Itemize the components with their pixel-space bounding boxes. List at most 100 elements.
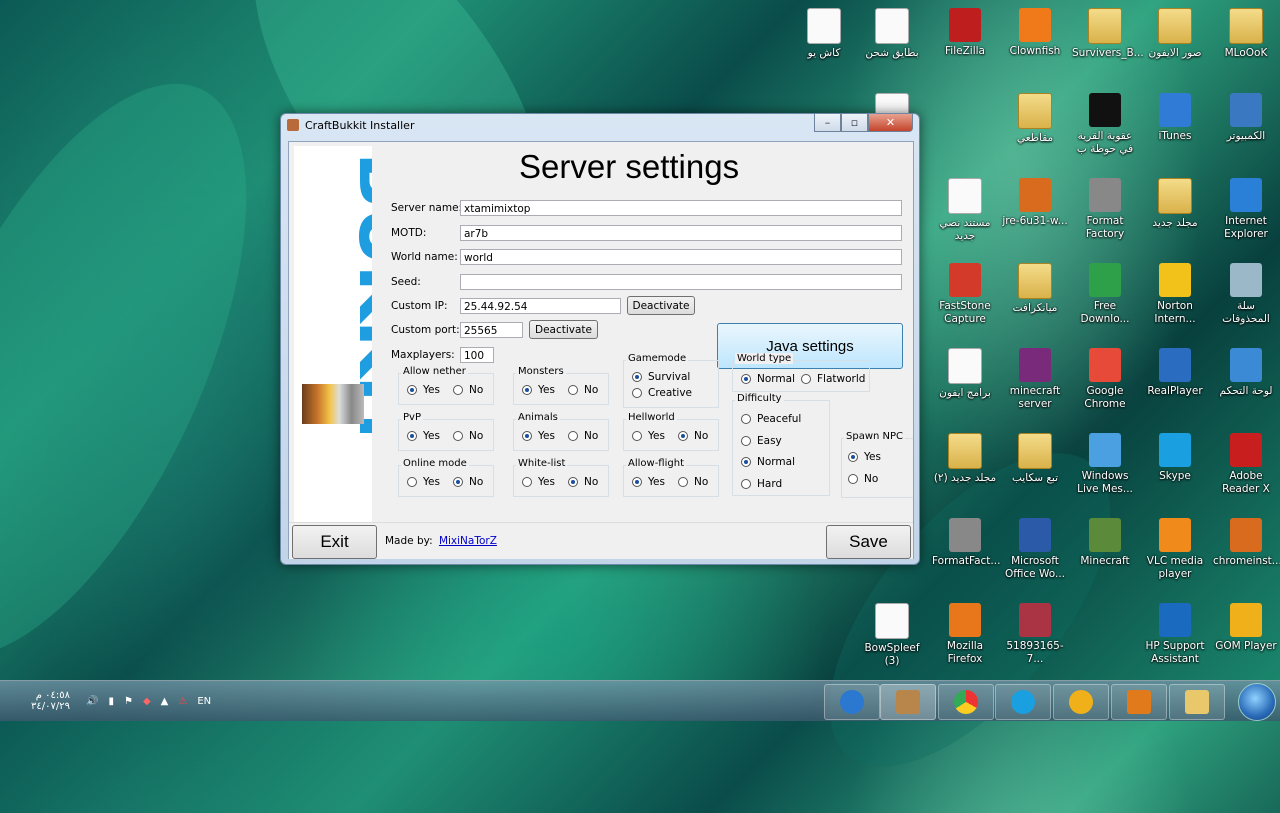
gamemode-survival[interactable]: Survival xyxy=(632,371,690,383)
desktop-icon[interactable]: ميانكرافت xyxy=(1002,263,1068,315)
network-icon[interactable]: ⚑ xyxy=(124,696,133,707)
online-mode-yes[interactable]: Yes xyxy=(407,476,440,488)
close-button[interactable]: ✕ xyxy=(868,114,913,132)
show-hidden-icons[interactable]: ▲ xyxy=(161,696,169,707)
difficulty-peaceful[interactable]: Peaceful xyxy=(741,413,801,425)
allow-nether-no[interactable]: No xyxy=(453,384,483,396)
desktop-icon[interactable]: بطايق شحن xyxy=(859,8,925,60)
desktop-icon[interactable]: jre-6u31-w... xyxy=(1002,178,1068,228)
spawn-npc-no[interactable]: No xyxy=(848,473,878,485)
desktop-icon[interactable]: عقوبة القرية في حوطة ب xyxy=(1072,93,1138,156)
server-name-input[interactable]: xtamimixtop xyxy=(460,200,902,216)
desktop-icon[interactable]: VLC media player xyxy=(1142,518,1208,581)
allow-nether-yes[interactable]: Yes xyxy=(407,384,440,396)
exit-button[interactable]: Exit xyxy=(292,525,377,559)
animals-no[interactable]: No xyxy=(568,430,598,442)
desktop-icon[interactable]: FormatFact... xyxy=(932,518,1000,568)
author-link[interactable]: MixiNaTorZ xyxy=(439,535,497,547)
spawn-npc-yes[interactable]: Yes xyxy=(848,451,881,463)
monsters-yes[interactable]: Yes xyxy=(522,384,555,396)
desktop-icon[interactable]: مستند نصي جديد xyxy=(932,178,998,243)
taskbar-app-skype[interactable] xyxy=(995,684,1051,720)
desktop-icon[interactable]: Minecraft xyxy=(1072,518,1138,568)
taskbar-app-craftbukkit[interactable] xyxy=(880,684,936,720)
desktop-icon[interactable]: Format Factory xyxy=(1072,178,1138,241)
desktop-icon[interactable]: Microsoft Office Wo... xyxy=(1002,518,1068,581)
monsters-no[interactable]: No xyxy=(568,384,598,396)
desktop-icon[interactable]: Windows Live Mes... xyxy=(1072,433,1138,496)
desktop-icon[interactable]: iTunes xyxy=(1142,93,1208,143)
custom-port-input[interactable]: 25565 xyxy=(460,322,523,338)
language-indicator[interactable]: EN xyxy=(197,696,211,707)
desktop-icon[interactable]: FileZilla xyxy=(932,8,998,58)
gamemode-creative[interactable]: Creative xyxy=(632,387,692,399)
option-label: Normal xyxy=(757,373,795,385)
clock[interactable]: ٠٤:٥٨ م ٣٤/٠٧/٢٩ xyxy=(8,681,70,721)
world-name-input[interactable]: world xyxy=(460,249,902,265)
desktop-icon[interactable]: Skype xyxy=(1142,433,1208,483)
white-list-no[interactable]: No xyxy=(568,476,598,488)
desktop-icon[interactable]: برامج ايفون xyxy=(932,348,998,400)
difficulty-hard[interactable]: Hard xyxy=(741,478,782,490)
pdf-tray-icon[interactable]: ◆ xyxy=(143,696,151,707)
desktop-icon[interactable]: Survivers_B... xyxy=(1072,8,1144,60)
desktop-icon[interactable]: HP Support Assistant xyxy=(1142,603,1208,666)
desktop-icon[interactable]: صور الايفون xyxy=(1142,8,1208,60)
world-type-flatworld[interactable]: Flatworld xyxy=(801,373,865,385)
desktop-icon[interactable]: Internet Explorer xyxy=(1213,178,1279,241)
desktop-icon[interactable]: كاش يو xyxy=(791,8,857,60)
difficulty-normal[interactable]: Normal xyxy=(741,456,795,468)
maxplayers-input[interactable]: 100 xyxy=(460,347,494,363)
seed-input[interactable] xyxy=(460,274,902,290)
hellworld-yes[interactable]: Yes xyxy=(632,430,665,442)
desktop-icon[interactable]: MLoOoK xyxy=(1213,8,1279,60)
desktop-icon[interactable]: Mozilla Firefox xyxy=(932,603,998,666)
start-button[interactable] xyxy=(1238,683,1276,721)
pvp-yes[interactable]: Yes xyxy=(407,430,440,442)
deactivate-port-button[interactable]: Deactivate xyxy=(529,320,598,339)
allow-flight-no[interactable]: No xyxy=(678,476,708,488)
desktop-icon[interactable]: الكمبيوتر xyxy=(1213,93,1279,143)
desktop-icon[interactable]: Norton Intern... xyxy=(1142,263,1208,326)
custom-ip-input[interactable]: 25.44.92.54 xyxy=(460,298,621,314)
pvp-no[interactable]: No xyxy=(453,430,483,442)
desktop-icon[interactable]: 51893165-7... xyxy=(1002,603,1068,666)
desktop-icon[interactable]: Clownfish xyxy=(1002,8,1068,58)
desktop-icon[interactable]: Free Downlo... xyxy=(1072,263,1138,326)
signal-icon[interactable]: ▮ xyxy=(108,696,114,707)
desktop-icon[interactable]: FastStone Capture xyxy=(932,263,998,326)
desktop-icon[interactable]: مقاطعي xyxy=(1002,93,1068,145)
desktop-icon[interactable]: BowSpleef (3) xyxy=(859,603,925,668)
desktop-icon[interactable]: تبع سكايب xyxy=(1002,433,1068,485)
taskbar-app-explorer[interactable] xyxy=(1169,684,1225,720)
volume-icon[interactable]: 🔊 xyxy=(86,696,98,707)
desktop-icon[interactable]: chromeinst... xyxy=(1213,518,1280,568)
taskbar-app-chrome[interactable] xyxy=(938,684,994,720)
desktop-icon[interactable]: سلة المحذوفات xyxy=(1213,263,1279,326)
desktop-icon[interactable]: minecraft server xyxy=(1002,348,1068,411)
desktop-icon[interactable]: Google Chrome xyxy=(1072,348,1138,411)
save-button[interactable]: Save xyxy=(826,525,911,559)
online-mode-no[interactable]: No xyxy=(453,476,483,488)
craftbukkit-installer-window[interactable]: CraftBukkit Installer – ▫ ✕ BUKKIT Serve… xyxy=(280,113,920,565)
difficulty-easy[interactable]: Easy xyxy=(741,435,782,447)
desktop-icon[interactable]: Adobe Reader X xyxy=(1213,433,1279,496)
motd-input[interactable]: ar7b xyxy=(460,225,902,241)
desktop-icon[interactable]: مجلد جديد xyxy=(1142,178,1208,230)
minimize-button[interactable]: – xyxy=(814,114,841,132)
deactivate-ip-button[interactable]: Deactivate xyxy=(627,296,695,315)
world-type-normal[interactable]: Normal xyxy=(741,373,795,385)
allow-flight-yes[interactable]: Yes xyxy=(632,476,665,488)
taskbar-app-media[interactable] xyxy=(1111,684,1167,720)
taskbar-app-gom[interactable] xyxy=(1053,684,1109,720)
animals-yes[interactable]: Yes xyxy=(522,430,555,442)
desktop-icon[interactable]: GOM Player xyxy=(1213,603,1279,653)
desktop-icon[interactable]: RealPlayer xyxy=(1142,348,1208,398)
hellworld-no[interactable]: No xyxy=(678,430,708,442)
white-list-yes[interactable]: Yes xyxy=(522,476,555,488)
desktop-icon[interactable]: لوحة التحكم xyxy=(1213,348,1279,398)
maximize-button[interactable]: ▫ xyxy=(841,114,868,132)
taskbar-app-mediacenter[interactable] xyxy=(824,684,880,720)
desktop-icon[interactable]: مجلد جديد (٢) xyxy=(932,433,998,485)
action-center-icon[interactable]: ⚠ xyxy=(178,696,187,707)
